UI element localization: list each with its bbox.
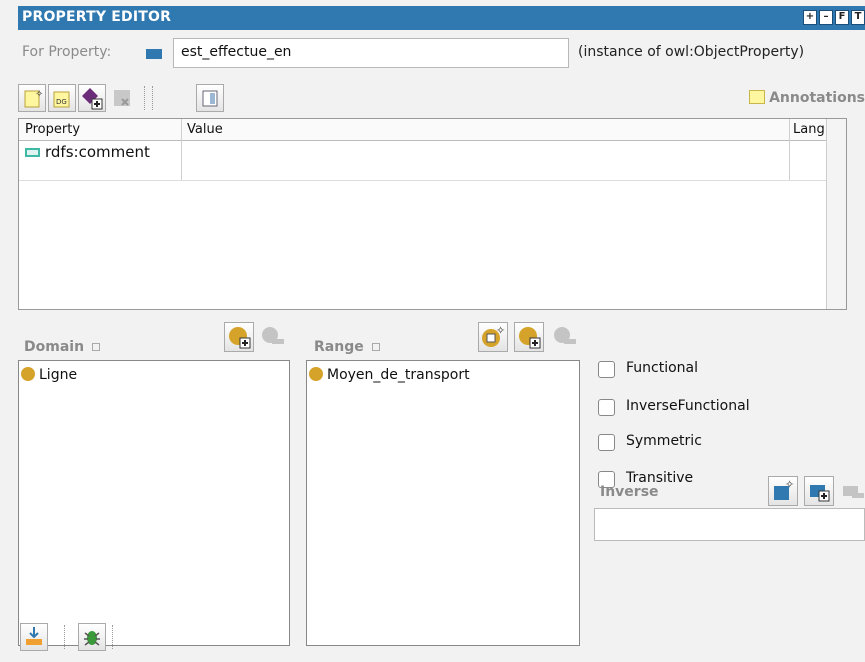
annotation-note-icon — [749, 90, 766, 104]
bug-icon — [84, 631, 100, 646]
remove-class-icon — [554, 327, 576, 344]
inverse-label: Inverse — [600, 484, 659, 500]
range-list[interactable]: Moyen_de_transport — [306, 360, 580, 646]
add-resource-button[interactable] — [78, 84, 106, 112]
list-item[interactable]: Ligne — [21, 367, 77, 383]
create-datatype-annotation-icon: DG — [53, 91, 70, 108]
remove-property-icon — [843, 486, 864, 498]
remove-range-class-button[interactable] — [550, 322, 580, 352]
row-property: rdfs:comment — [45, 143, 150, 161]
remove-domain-class-button[interactable] — [258, 322, 288, 352]
instance-of-label: (instance of owl:ObjectProperty) — [578, 44, 805, 60]
column-header-value[interactable]: Value — [187, 122, 223, 137]
for-property-label: For Property: — [22, 44, 112, 60]
column-header-property[interactable]: Property — [25, 122, 80, 137]
annotations-label: Annotations — [749, 90, 865, 106]
window-title: PROPERTY EDITOR — [22, 9, 172, 25]
class-icon — [21, 367, 35, 381]
annotation-property-icon — [25, 148, 40, 157]
close-window-icon[interactable]: T — [851, 10, 865, 25]
object-property-icon — [146, 49, 162, 59]
checkbox-box[interactable] — [598, 399, 615, 416]
domain-label: Domain — [24, 339, 101, 355]
svg-text:✧: ✧ — [785, 478, 794, 491]
for-property-row: For Property: est_effectue_en (instance … — [18, 38, 865, 68]
table-row[interactable]: rdfs:comment — [19, 141, 846, 181]
delete-annotation-button[interactable] — [108, 84, 136, 112]
checkbox-box[interactable] — [598, 434, 615, 451]
panel-view-icon — [202, 90, 218, 107]
create-class-icon: ✧ — [482, 324, 505, 347]
add-domain-class-button[interactable] — [224, 322, 254, 352]
table-scrollbar[interactable] — [826, 119, 846, 309]
add-class-icon — [229, 327, 251, 349]
create-annotation-icon: ✧ — [24, 89, 43, 108]
create-datatype-annotation-button[interactable]: DG — [48, 84, 76, 112]
add-inverse-property-button[interactable] — [804, 476, 834, 506]
property-name-field[interactable]: est_effectue_en — [173, 38, 569, 68]
annotations-toolbar: ✧ DG Annotations — [18, 84, 865, 112]
property-editor-titlebar: PROPERTY EDITOR + – F T — [18, 6, 865, 30]
debug-button[interactable] — [78, 623, 106, 651]
domain-list[interactable]: Ligne — [18, 360, 290, 646]
annotations-table: Property Value Lang rdfs:comment — [18, 118, 847, 310]
remove-class-icon — [262, 327, 284, 344]
import-icon — [26, 627, 42, 645]
delete-annotation-icon — [114, 90, 130, 106]
panel-view-button[interactable] — [196, 84, 224, 112]
svg-text:✧: ✧ — [35, 89, 43, 100]
svg-text:DG: DG — [56, 98, 67, 106]
import-button[interactable] — [20, 623, 48, 651]
add-window-icon[interactable]: + — [803, 10, 817, 25]
create-range-class-button[interactable]: ✧ — [478, 322, 508, 352]
toolbar-separator — [112, 625, 114, 649]
domain-toggle-icon — [92, 343, 101, 351]
add-class-icon — [519, 327, 541, 349]
svg-text:✧: ✧ — [496, 324, 505, 337]
float-window-icon[interactable]: F — [835, 10, 849, 25]
minimize-window-icon[interactable]: – — [819, 10, 833, 25]
table-header: Property Value Lang — [19, 119, 846, 141]
add-resource-icon — [82, 88, 103, 110]
range-toggle-icon — [371, 343, 380, 351]
column-header-lang[interactable]: Lang — [793, 122, 825, 137]
class-icon — [309, 367, 323, 381]
add-property-icon — [810, 485, 830, 502]
checkbox-box[interactable] — [598, 361, 615, 378]
create-property-icon: ✧ — [774, 478, 794, 500]
create-inverse-property-button[interactable]: ✧ — [768, 476, 798, 506]
toolbar-separator — [64, 625, 66, 649]
remove-inverse-property-button[interactable] — [838, 476, 865, 506]
list-item[interactable]: Moyen_de_transport — [309, 367, 470, 383]
inverse-property-field[interactable] — [594, 508, 865, 541]
create-annotation-button[interactable]: ✧ — [18, 84, 46, 112]
add-range-class-button[interactable] — [514, 322, 544, 352]
window-controls: + – F T — [803, 10, 865, 25]
toolbar-separator — [152, 86, 154, 110]
range-label: Range — [314, 339, 380, 355]
toolbar-separator — [144, 86, 146, 110]
